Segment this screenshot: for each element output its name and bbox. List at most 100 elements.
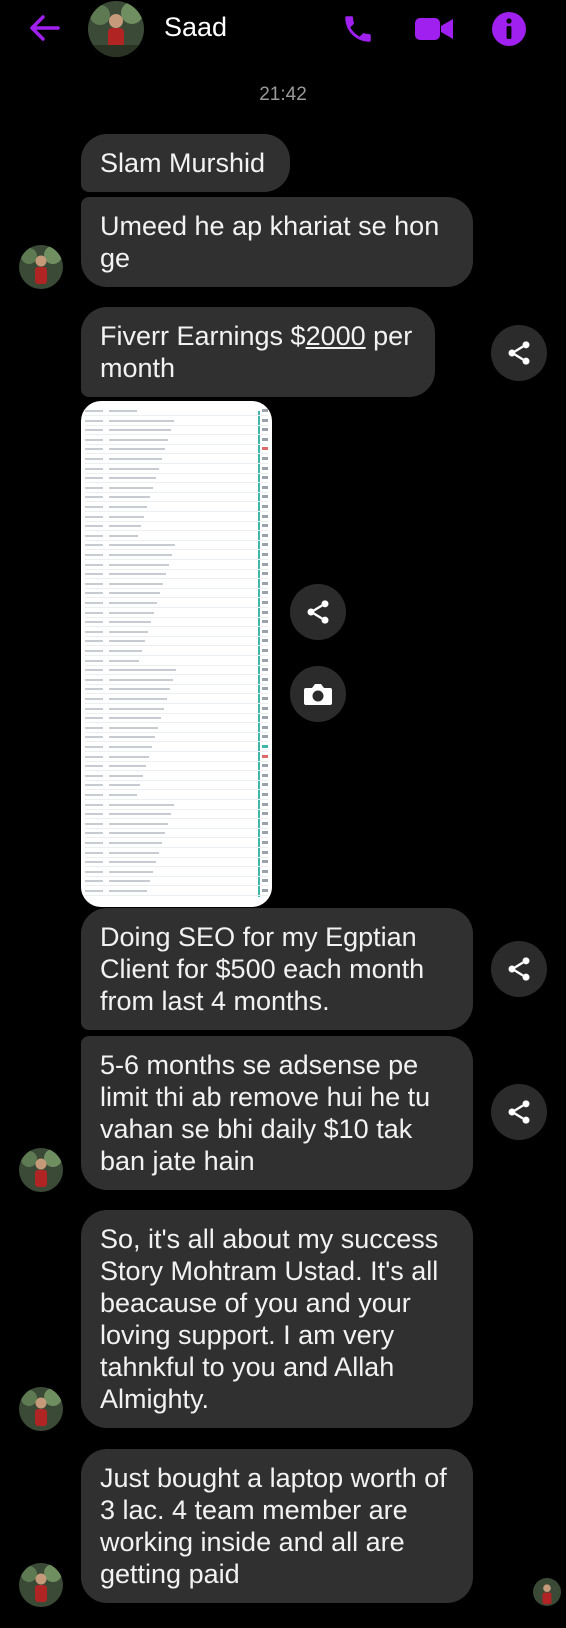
image-row-divider: [85, 568, 268, 570]
image-row-divider: [85, 866, 268, 868]
share-icon: [307, 600, 329, 624]
image-row-divider: [85, 885, 268, 887]
image-row-amount: [262, 754, 268, 758]
back-arrow-icon[interactable]: [24, 10, 64, 46]
image-row-description: [109, 621, 151, 624]
image-row-description: [109, 496, 150, 499]
image-row-date: [85, 534, 103, 537]
image-row-date: [85, 458, 103, 460]
image-row-description: [109, 794, 137, 796]
sender-avatar[interactable]: [19, 1148, 63, 1192]
image-row-amount: [262, 764, 268, 768]
image-row-divider: [85, 741, 268, 743]
image-row-date: [85, 861, 103, 864]
image-row-divider: [85, 424, 268, 426]
message-timestamp: 21:42: [259, 84, 307, 105]
image-row-amount: [262, 687, 268, 691]
share-button[interactable]: [491, 941, 547, 997]
image-attachment[interactable]: [81, 401, 272, 907]
image-row-amount: [262, 447, 268, 451]
image-row-date: [85, 832, 103, 835]
image-row-amount: [262, 601, 268, 604]
message-bubble[interactable]: Umeed he ap khariat se hon ge: [81, 197, 473, 287]
image-row-description: [109, 870, 153, 873]
share-button[interactable]: [491, 325, 547, 381]
image-row-description: [109, 842, 162, 844]
image-row-amount: [262, 533, 268, 537]
image-row-date: [85, 794, 103, 796]
image-row-divider: [85, 664, 268, 666]
image-row-description: [109, 688, 170, 691]
image-row-amount: [262, 428, 268, 432]
message-bubble[interactable]: 5-6 months se adsense pe limit thi ab re…: [81, 1036, 473, 1190]
image-row-amount: [262, 793, 268, 796]
message-bubble[interactable]: So, it's all about my success Story Moht…: [81, 1210, 473, 1428]
image-row-date: [85, 429, 103, 432]
image-row-amount: [262, 485, 268, 489]
video-camera-icon[interactable]: [414, 10, 454, 48]
contact-avatar[interactable]: [88, 1, 144, 57]
image-row-description: [109, 602, 157, 604]
share-button[interactable]: [290, 584, 346, 640]
image-row-date: [85, 621, 103, 624]
image-row-amount: [262, 812, 268, 816]
image-row-amount: [262, 773, 268, 777]
image-row-amount: [262, 581, 268, 585]
image-row-amount: [262, 745, 268, 748]
image-row-description: [109, 515, 144, 518]
share-button[interactable]: [491, 1084, 547, 1140]
image-row-description: [109, 774, 143, 777]
image-row-divider: [85, 645, 268, 647]
sender-avatar[interactable]: [19, 245, 63, 289]
sender-avatar[interactable]: [19, 1387, 63, 1431]
image-row-divider: [85, 549, 268, 551]
image-row-description: [109, 650, 142, 652]
image-row-description: [109, 640, 145, 643]
image-row-divider: [85, 818, 268, 820]
image-row-date: [85, 842, 103, 844]
image-row-divider: [85, 491, 268, 493]
image-row-description: [109, 861, 156, 864]
image-row-divider: [85, 856, 268, 858]
image-row-amount: [262, 716, 268, 720]
image-row-divider: [85, 463, 268, 464]
image-row-divider: [85, 607, 268, 608]
image-row-description: [109, 467, 159, 470]
image-row-date: [85, 410, 103, 412]
message-bubble[interactable]: Doing SEO for my Egptian Client for $500…: [81, 908, 473, 1030]
image-row-date: [85, 592, 103, 595]
image-row-description: [109, 630, 148, 633]
message-text: Fiverr Earnings $: [100, 321, 306, 351]
image-row-date: [85, 813, 103, 816]
info-icon[interactable]: [489, 10, 529, 48]
camera-button[interactable]: [290, 666, 346, 722]
image-row-date: [85, 419, 103, 422]
message-bubble[interactable]: Fiverr Earnings $2000 per month: [81, 307, 435, 397]
image-row-divider: [85, 837, 268, 839]
image-row-date: [85, 736, 103, 739]
image-row-description: [109, 813, 171, 816]
image-row-description: [109, 698, 167, 700]
image-row-amount: [262, 658, 268, 662]
message-bubble[interactable]: Just bought a laptop worth of 3 lac. 4 t…: [81, 1449, 473, 1603]
image-row-amount: [262, 725, 268, 729]
conversation-header: Saad: [0, 0, 566, 60]
image-row-description: [109, 410, 137, 412]
sender-avatar[interactable]: [19, 1563, 63, 1607]
image-row-divider: [85, 616, 268, 618]
image-row-date: [85, 822, 103, 825]
message-text-underlined[interactable]: 2000: [306, 321, 366, 351]
contact-name[interactable]: Saad: [164, 12, 227, 43]
image-row-amount: [262, 620, 268, 624]
image-row-description: [109, 448, 165, 451]
image-row-description: [109, 890, 147, 892]
image-row-date: [85, 506, 103, 508]
image-row-amount: [262, 821, 268, 825]
image-row-date: [85, 870, 103, 873]
image-row-description: [109, 707, 164, 710]
phone-icon[interactable]: [338, 10, 378, 48]
message-text: Just bought a laptop worth of 3 lac. 4 t…: [100, 1463, 447, 1589]
image-row-divider: [85, 578, 268, 580]
message-bubble[interactable]: Slam Murshid: [81, 134, 290, 192]
image-row-date: [85, 880, 103, 883]
